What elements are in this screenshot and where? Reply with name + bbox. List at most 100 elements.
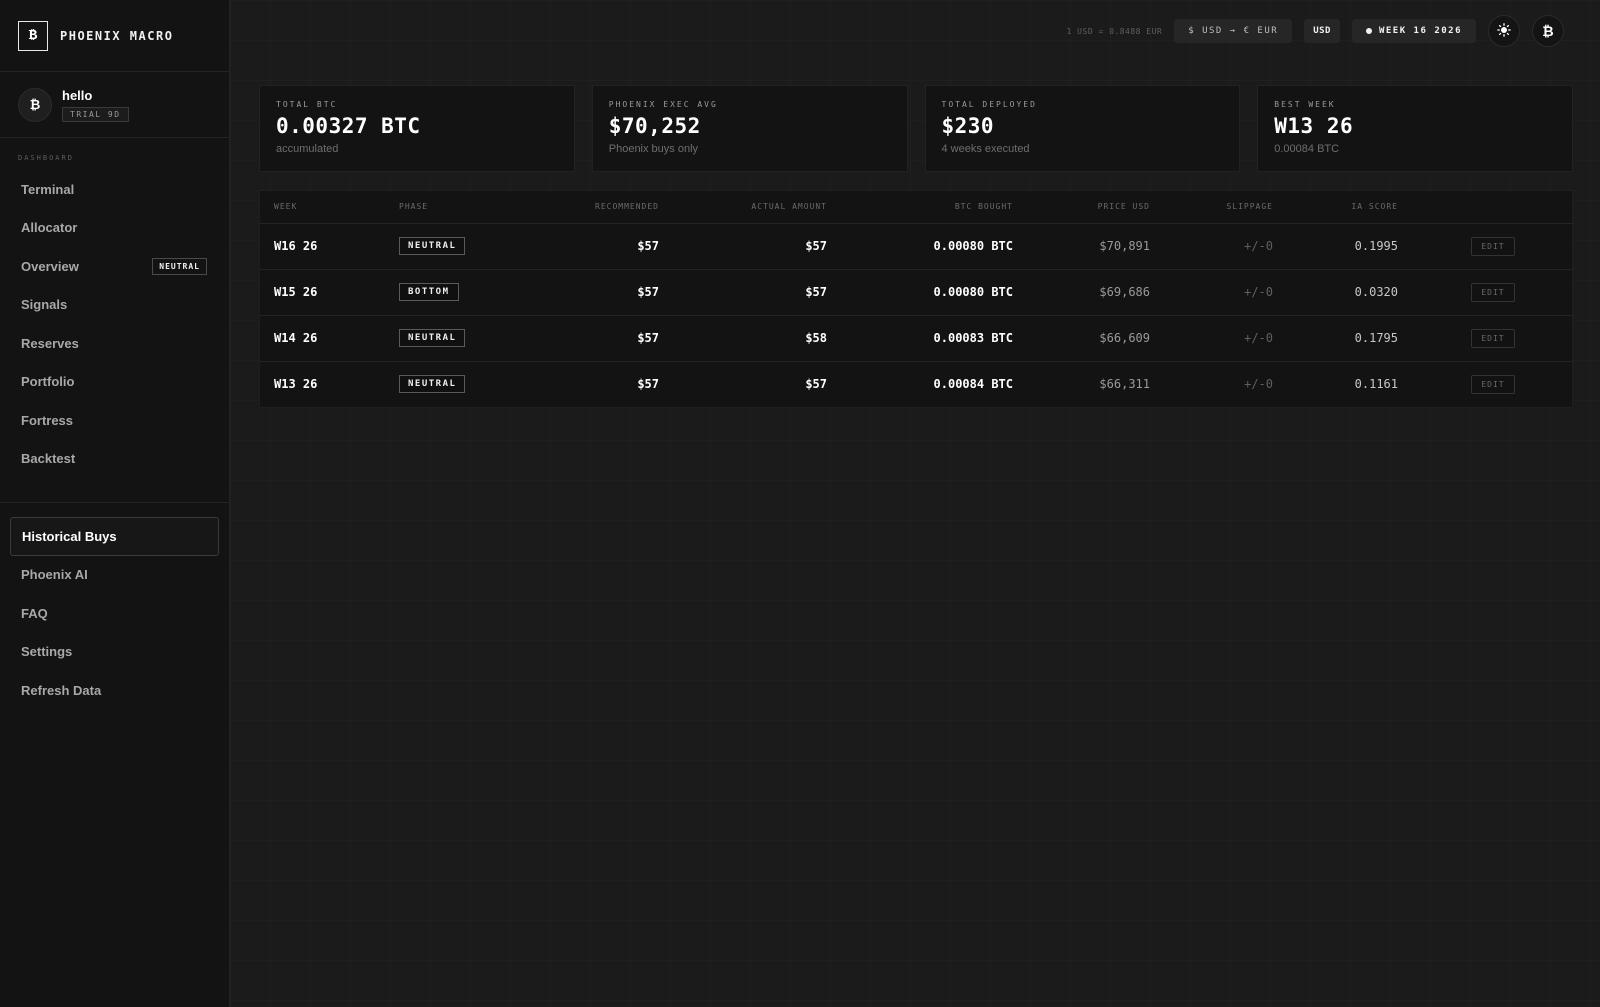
phase-badge: NEUTRAL (399, 237, 466, 255)
cell-ia-score: 0.1161 (1354, 377, 1398, 392)
cell-btc-bought: 0.00083 BTC (841, 315, 1027, 362)
cell-ia-score: 0.0320 (1287, 269, 1412, 316)
sidebar-item-label: Overview (21, 258, 79, 274)
sidebar-item-label: Reserves (21, 335, 79, 351)
cell-actual-amount: $58 (673, 315, 841, 362)
cell-actions: EDIT (1412, 223, 1574, 270)
nav-divider (0, 502, 229, 503)
card-label: PHOENIX EXEC AVG (608, 100, 718, 109)
cell-actual-amount: $57 (673, 223, 841, 270)
user-profile[interactable]: ₿ hello TRIAL 9D (0, 72, 229, 138)
card-value: $230 (941, 114, 995, 138)
cell-price-usd: $69,686 (1027, 269, 1164, 316)
cell-price-usd: $66,609 (1027, 315, 1164, 362)
card-subtitle: 4 weeks executed (941, 143, 1030, 155)
theme-toggle-button[interactable] (1488, 15, 1520, 47)
summary-cards: TOTAL BTC 0.00327 BTC accumulated PHOENI… (259, 85, 1573, 172)
historical-buys-table: WEEK PHASE RECOMMENDED ACTUAL AMOUNT BTC… (259, 190, 1574, 408)
cell-ia-score: 0.1995 (1287, 223, 1412, 270)
cell-btc-bought: 0.00084 BTC (933, 377, 1013, 392)
status-badge: NEUTRAL (152, 257, 207, 275)
sidebar-item-signals[interactable]: Signals (0, 286, 229, 325)
sidebar-item-label: Fortress (21, 412, 74, 428)
card-value: W13 26 (1274, 114, 1354, 138)
cell-slippage: +/-0 (1164, 223, 1287, 270)
column-header-actual-amount[interactable]: ACTUAL AMOUNT (673, 191, 841, 224)
sidebar-item-label: Portfolio (21, 374, 75, 390)
primary-nav: Terminal Allocator Overview NEUTRAL Sign… (0, 170, 229, 478)
bitcoin-logo-icon: ₿ (18, 20, 48, 51)
sidebar-item-refresh-data[interactable]: Refresh Data (0, 671, 229, 710)
column-header-week[interactable]: WEEK (260, 191, 385, 224)
sidebar-item-backtest[interactable]: Backtest (0, 440, 229, 479)
topbar: 1 USD = 0.8488 EUR $ USD → € EUR USD WEE… (1066, 15, 1564, 47)
sidebar-item-label: Refresh Data (21, 682, 102, 698)
sidebar-item-phoenix-ai[interactable]: Phoenix AI (0, 556, 229, 595)
card-subtitle: accumulated (276, 143, 339, 155)
brand[interactable]: ₿ PHOENIX MACRO (0, 0, 229, 72)
table-row: W13 26 NEUTRAL $57 $57 0.00084 BTC $66,3… (260, 361, 1574, 407)
sun-icon (1497, 22, 1511, 40)
edit-button[interactable]: EDIT (1471, 374, 1515, 394)
column-header-ia-score[interactable]: IA SCORE (1287, 191, 1412, 224)
phase-badge: BOTTOM (399, 283, 459, 301)
live-dot-icon (1365, 28, 1372, 34)
sidebar-item-overview[interactable]: Overview NEUTRAL (0, 247, 229, 286)
main-content: 1 USD = 0.8488 EUR $ USD → € EUR USD WEE… (230, 0, 1600, 1007)
sidebar-item-allocator[interactable]: Allocator (0, 209, 229, 248)
cell-ia-score: 0.1795 (1287, 315, 1412, 362)
stat-card-total-btc: TOTAL BTC 0.00327 BTC accumulated (259, 85, 575, 172)
card-subtitle: 0.00084 BTC (1274, 143, 1340, 155)
bitcoin-button[interactable]: ₿ (1532, 15, 1564, 47)
sidebar-item-terminal[interactable]: Terminal (0, 170, 229, 209)
sidebar-item-settings[interactable]: Settings (0, 633, 229, 672)
cell-week: W15 26 (260, 269, 385, 316)
cell-slippage: +/-0 (1164, 269, 1287, 316)
column-header-recommended[interactable]: RECOMMENDED (525, 191, 673, 224)
stat-card-exec-avg: PHOENIX EXEC AVG $70,252 Phoenix buys on… (591, 85, 908, 172)
sidebar-item-fortress[interactable]: Fortress (0, 401, 229, 440)
table-header-row: WEEK PHASE RECOMMENDED ACTUAL AMOUNT BTC… (260, 191, 1574, 224)
cell-price-usd: $70,891 (1027, 223, 1164, 270)
cell-phase: NEUTRAL (385, 361, 525, 407)
table-row: W15 26 BOTTOM $57 $57 0.00080 BTC $69,68… (260, 269, 1574, 316)
card-label: TOTAL BTC (276, 100, 338, 109)
column-header-btc-bought[interactable]: BTC BOUGHT (841, 191, 1027, 224)
card-value: $70,252 (608, 114, 701, 138)
fx-rate: 1 USD = 0.8488 EUR (1066, 26, 1163, 36)
brand-name: PHOENIX MACRO (60, 28, 174, 43)
cell-recommended: $57 (525, 223, 673, 270)
column-header-price-usd[interactable]: PRICE USD (1027, 191, 1164, 224)
avatar: ₿ (18, 87, 52, 122)
edit-button[interactable]: EDIT (1471, 282, 1515, 302)
currency-convert-button[interactable]: $ USD → € EUR (1174, 19, 1293, 43)
sidebar: ₿ PHOENIX MACRO ₿ hello TRIAL 9D DASHBOA… (0, 0, 230, 1007)
cell-actual-amount: $57 (805, 377, 827, 392)
edit-button[interactable]: EDIT (1471, 236, 1515, 256)
user-name: hello (62, 87, 93, 103)
sidebar-item-reserves[interactable]: Reserves (0, 324, 229, 363)
card-label: BEST WEEK (1274, 100, 1336, 109)
cell-price-usd: $66,311 (1099, 377, 1150, 392)
card-label: TOTAL DEPLOYED (941, 100, 1037, 109)
card-value: 0.00327 BTC (276, 114, 421, 138)
sidebar-item-label: Signals (21, 297, 68, 313)
sidebar-item-faq[interactable]: FAQ (0, 594, 229, 633)
app: ₿ PHOENIX MACRO ₿ hello TRIAL 9D DASHBOA… (0, 0, 1600, 1007)
sidebar-item-portfolio[interactable]: Portfolio (0, 363, 229, 402)
week-label: WEEK 16 2026 (1378, 26, 1462, 36)
edit-button[interactable]: EDIT (1471, 328, 1515, 348)
column-header-slippage[interactable]: SLIPPAGE (1164, 191, 1287, 224)
cell-recommended: $57 (525, 269, 673, 316)
table-row: W16 26 NEUTRAL $57 $57 0.00080 BTC $70,8… (260, 223, 1574, 270)
cell-slippage: +/-0 (1244, 377, 1273, 392)
sidebar-item-label: Phoenix AI (21, 567, 88, 583)
user-info: hello TRIAL 9D (62, 88, 129, 122)
cell-phase: NEUTRAL (385, 223, 525, 270)
currency-toggle[interactable]: USD (1304, 19, 1340, 43)
column-header-phase[interactable]: PHASE (385, 191, 525, 224)
cell-actions: EDIT (1412, 361, 1574, 407)
sidebar-item-label: Terminal (21, 181, 75, 197)
sidebar-item-historical-buys[interactable]: Historical Buys (10, 517, 219, 556)
secondary-nav: Historical Buys Phoenix AI FAQ Settings … (0, 517, 229, 710)
